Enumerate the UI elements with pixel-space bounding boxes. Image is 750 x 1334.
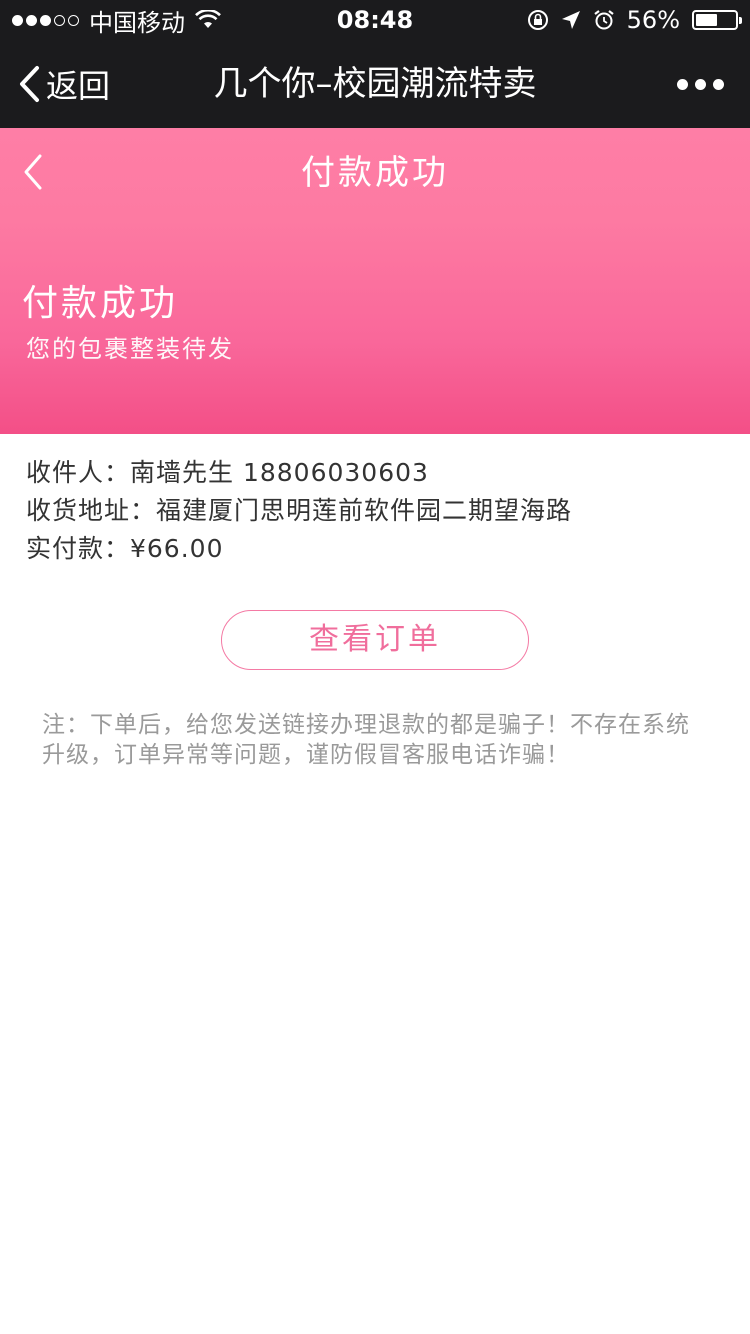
status-right: 56% [527,0,742,40]
success-subtitle: 您的包裹整装待发 [26,335,234,363]
back-button[interactable]: 返回 [18,40,110,128]
battery-icon [692,10,742,30]
wechat-nav-bar: 返回 几个你–校园潮流特卖 [0,40,750,128]
more-dot [695,78,706,90]
payment-success-header: 付款成功 付款成功 您的包裹整装待发 [0,128,750,434]
rotation-lock-icon [527,10,548,30]
recipient-line: 收件人：南墙先生 18806030603 [26,458,429,487]
battery-percent: 56% [626,6,680,34]
battery-fill [696,14,718,26]
status-bar: 中国移动 08:48 56% [0,0,750,40]
order-info: 收件人：南墙先生 18806030603 收货地址：福建厦门思明莲前软件园二期望… [26,454,572,568]
more-dot [713,78,724,90]
page-title: 几个你–校园潮流特卖 [213,64,537,104]
location-arrow-icon [561,11,580,29]
more-dot [677,78,688,90]
alarm-icon [593,10,614,30]
paid-amount-line: 实付款：¥66.00 [26,534,224,563]
view-order-button[interactable]: 查看订单 [221,610,529,670]
address-line: 收货地址：福建厦门思明莲前软件园二期望海路 [26,496,573,525]
chevron-left-icon [20,66,39,102]
back-label: 返回 [46,67,111,105]
success-headline: 付款成功 [22,283,179,324]
fraud-warning-notice: 注：下单后，给您发送链接办理退款的都是骗子！不存在系统升级，订单异常等问题，谨防… [42,712,690,768]
more-dots-icon[interactable] [677,40,724,128]
hero-nav-title: 付款成功 [301,153,449,193]
